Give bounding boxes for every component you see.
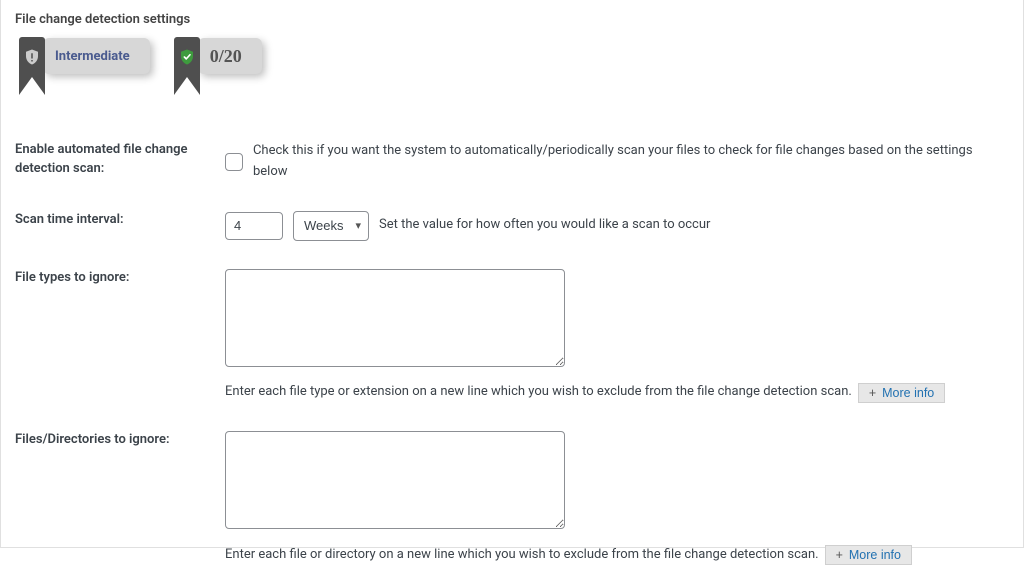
files-dirs-ignore-hint: Enter each file or directory on a new li… [225,545,819,566]
intermediate-pill: Intermediate [43,38,150,74]
ribbon [19,37,45,95]
files-dirs-more-info-button[interactable]: + More info [825,545,912,565]
enable-scan-label: Enable automated file change detection s… [1,127,211,197]
interval-value-input[interactable] [225,212,283,240]
enable-scan-help: Check this if you want the system to aut… [253,141,1009,183]
badge-row: Intermediate 0/20 [1,37,1023,99]
score-pill: 0/20 [198,38,262,74]
more-info-text: More info [882,386,934,400]
file-types-more-info-button[interactable]: + More info [858,383,945,403]
interval-help: Set the value for how often you would li… [379,215,710,236]
file-types-ignore-hint: Enter each file type or extension on a n… [225,382,852,403]
intermediate-badge: Intermediate [19,37,150,95]
more-info-text: More info [849,548,901,562]
shield-exclaim-icon [23,47,41,67]
ribbon [174,37,200,95]
interval-unit-select[interactable]: Weeks [293,211,369,241]
interval-label: Scan time interval: [1,197,211,255]
enable-scan-checkbox[interactable] [225,153,243,171]
score-label: 0/20 [210,46,242,67]
settings-form: Enable automated file change detection s… [1,127,1023,580]
file-types-ignore-textarea[interactable] [225,269,565,367]
intermediate-label: Intermediate [55,49,130,64]
plus-icon: + [869,386,876,400]
files-dirs-ignore-label: Files/Directories to ignore: [1,417,211,580]
shield-check-icon [178,47,196,67]
section-title: File change detection settings [1,10,1023,37]
plus-icon: + [836,548,843,562]
file-types-ignore-label: File types to ignore: [1,255,211,418]
files-dirs-ignore-textarea[interactable] [225,431,565,529]
score-badge: 0/20 [174,37,262,95]
